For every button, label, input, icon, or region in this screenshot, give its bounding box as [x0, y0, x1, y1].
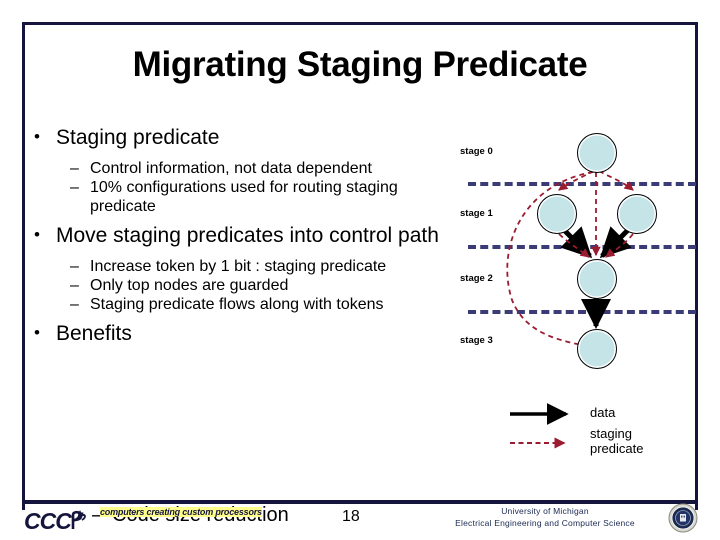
bullet-level2-item: – 10% configurations used for routing st… [70, 178, 464, 216]
bullet-list: • Staging predicate – Control informatio… [34, 126, 464, 349]
dash-icon: – [70, 159, 79, 177]
legend-label-data: data [590, 405, 616, 420]
bullet-level1-label: Benefits [56, 322, 132, 346]
node-stage1-left [537, 194, 577, 234]
dash-icon: – [70, 276, 79, 294]
bullet-level1-move-staging-predicates: • Move staging predicates into control p… [34, 224, 464, 249]
bullet-level1-benefits: • Benefits [34, 322, 464, 347]
bullet-level1-staging-predicate: • Staging predicate [34, 126, 464, 151]
bullet-level2-label: Staging predicate flows along with token… [90, 296, 384, 314]
bullet-level2-item: – Staging predicate flows along with tok… [70, 295, 464, 314]
dash-icon: – [70, 296, 79, 314]
page-number: 18 [342, 508, 360, 525]
bullet-level2-label: Control information, not data dependent [90, 159, 372, 177]
legend-label-staging-line2: predicate [590, 441, 644, 456]
bullet-dot-icon: • [34, 225, 40, 245]
bullet-dot-icon: • [34, 127, 40, 146]
legend-arrows [510, 403, 569, 449]
bullet-dot-icon: • [34, 323, 40, 343]
sublist-2: – Increase token by 1 bit : staging pred… [34, 257, 464, 315]
slide-border-left [22, 22, 25, 510]
dash-icon: – [70, 178, 79, 196]
slide-title: Migrating Staging Predicate [132, 45, 588, 84]
legend-label-staging-line1: staging [590, 426, 632, 441]
bullet-level2-item: – Increase token by 1 bit : staging pred… [70, 257, 464, 276]
pipeline-stage-diagram: stage 0 stage 1 stage 2 stage 3 [460, 130, 696, 380]
hammer-sickle-p-icon [71, 510, 86, 529]
bullet-level2-label: Only top nodes are guarded [90, 276, 289, 294]
sublist-1: – Control information, not data dependen… [34, 159, 464, 217]
node-stage3 [577, 329, 617, 369]
university-name: University of Michigan [501, 506, 589, 516]
bullet-level1-label: Move staging predicates into control pat… [56, 224, 439, 248]
bullet-level2-label: Increase token by 1 bit : staging predic… [90, 257, 387, 275]
node-stage2 [577, 259, 617, 299]
bullet-level1-label: Staging predicate [56, 126, 220, 149]
bullet-level2-item: – Only top nodes are guarded [70, 276, 464, 295]
dash-icon: – [70, 257, 79, 275]
cccp-logo-tagline: computers creating custom processors [100, 507, 262, 517]
cccp-logo-word: CCC [24, 508, 72, 534]
bullet-level2-item: – Control information, not data dependen… [70, 159, 464, 178]
node-stage0 [577, 133, 617, 173]
university-seal-icon [668, 503, 698, 533]
slide-border-top [22, 22, 698, 25]
department-name: Electrical Engineering and Computer Scie… [455, 518, 635, 529]
university-footer: University of Michigan Electrical Engine… [455, 505, 635, 530]
slide-canvas: Migrating Staging Predicate • Staging pr… [0, 0, 720, 540]
node-stage1-right [617, 194, 657, 234]
bullet-level2-label: 10% configurations used for routing stag… [90, 178, 398, 215]
staging-predicate-edges [506, 170, 634, 350]
